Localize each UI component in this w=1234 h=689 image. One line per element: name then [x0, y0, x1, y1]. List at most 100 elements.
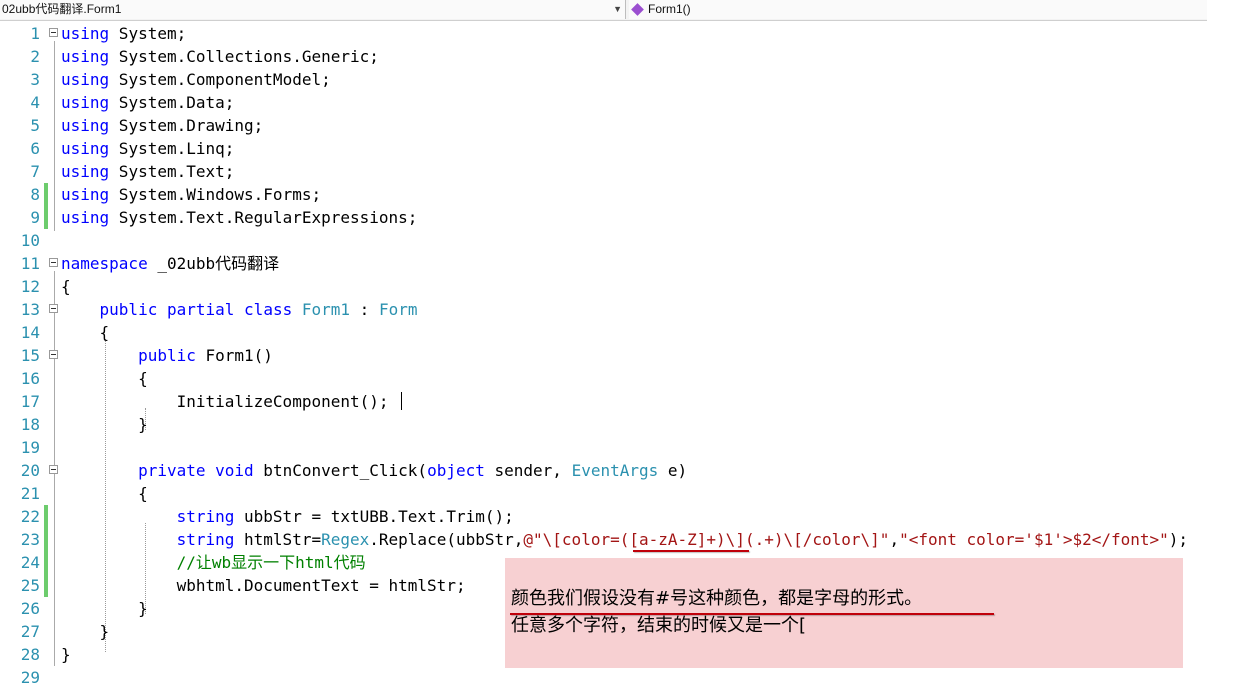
code-line[interactable]: 16 { [0, 367, 1234, 390]
code-token: System.Data; [109, 93, 235, 112]
code-line[interactable]: 20 private void btnConvert_Click(object … [0, 459, 1234, 482]
code-token: using [61, 47, 110, 66]
line-number: 12 [20, 277, 40, 296]
code-token: using [61, 24, 110, 43]
class-selector-dropdown[interactable]: 02ubb代码翻译.Form1 ▼ [0, 0, 626, 19]
change-marker [44, 528, 48, 551]
navigation-bar: 02ubb代码翻译.Form1 ▼ Form1() [0, 0, 1207, 21]
code-token: { [61, 369, 148, 388]
code-text: } [61, 643, 71, 666]
line-number: 23 [20, 530, 40, 549]
change-marker [44, 574, 48, 597]
line-number: 10 [20, 231, 40, 250]
code-token: Form1() [195, 346, 273, 365]
code-line[interactable]: 17 InitializeComponent(); [0, 390, 1234, 413]
code-token: } [61, 415, 148, 434]
code-line[interactable]: 5 using System.Drawing; [0, 114, 1234, 137]
code-token: wbhtml.DocumentText = htmlStr; [61, 576, 466, 595]
code-token: Regex [321, 530, 370, 549]
line-number: 19 [20, 438, 40, 457]
code-text: private void btnConvert_Click(object sen… [61, 459, 687, 482]
line-number: 29 [20, 668, 40, 687]
code-line[interactable]: 15 public Form1() [0, 344, 1234, 367]
code-token: "<font color='$1'>$2</font>" [899, 530, 1169, 549]
code-token: System.Text.RegularExpressions; [109, 208, 418, 227]
code-line[interactable]: 22 string ubbStr = txtUBB.Text.Trim(); [0, 505, 1234, 528]
line-number: 15 [20, 346, 40, 365]
code-token: e) [658, 461, 688, 480]
collapse-icon[interactable] [49, 258, 58, 267]
code-line[interactable]: 7 using System.Text; [0, 160, 1234, 183]
line-number: 21 [20, 484, 40, 503]
regex-underline [633, 550, 749, 552]
code-text: using System.Text.RegularExpressions; [61, 206, 417, 229]
code-token: using [61, 70, 110, 89]
line-number: 4 [30, 93, 40, 112]
code-line[interactable]: 11 namespace _02ubb代码翻译 [0, 252, 1234, 275]
code-token: using [61, 93, 110, 112]
code-line[interactable]: 21 { [0, 482, 1234, 505]
code-line[interactable]: 10 [0, 229, 1234, 252]
line-number: 16 [20, 369, 40, 388]
code-line[interactable]: 14 { [0, 321, 1234, 344]
line-number: 8 [30, 185, 40, 204]
code-token: , [889, 530, 900, 549]
line-number: 6 [30, 139, 40, 158]
code-line[interactable]: 2 using System.Collections.Generic; [0, 45, 1234, 68]
code-token: Form [378, 300, 418, 319]
line-number: 28 [20, 645, 40, 664]
code-line[interactable]: 23 string htmlStr=Regex.Replace(ubbStr,@… [0, 528, 1234, 551]
line-number: 9 [30, 208, 40, 227]
code-token: htmlStr= [234, 530, 322, 549]
line-number: 7 [30, 162, 40, 181]
code-text: } [61, 597, 148, 620]
code-line[interactable]: 8 using System.Windows.Forms; [0, 183, 1234, 206]
line-number: 14 [20, 323, 40, 342]
code-token: System.Collections.Generic; [109, 47, 379, 66]
change-marker [44, 505, 48, 528]
annotation-line-1: 颜色我们假设没有#号这种颜色，都是字母的形式。 [511, 588, 923, 609]
code-token: public [138, 346, 196, 365]
code-token: btnConvert_Click( [253, 461, 428, 480]
member-selector-dropdown[interactable]: Form1() [629, 0, 1207, 19]
line-number: 11 [20, 254, 40, 273]
code-line[interactable]: 6 using System.Linq; [0, 137, 1234, 160]
code-line[interactable]: 13 public partial class Form1 : Form [0, 298, 1234, 321]
code-line[interactable]: 1 using System; [0, 22, 1234, 45]
code-text: { [61, 367, 148, 390]
code-text: using System; [61, 22, 186, 45]
code-line[interactable]: 4 using System.Data; [0, 91, 1234, 114]
code-line[interactable]: 19 [0, 436, 1234, 459]
collapse-icon[interactable] [49, 304, 58, 313]
code-text: wbhtml.DocumentText = htmlStr; [61, 574, 466, 597]
chevron-down-icon[interactable]: ▼ [613, 0, 622, 19]
collapse-icon[interactable] [49, 350, 58, 359]
code-token: ); [1168, 530, 1189, 549]
code-line[interactable]: 29 [0, 666, 1234, 689]
code-token: using [61, 116, 110, 135]
code-line[interactable]: 18 } [0, 413, 1234, 436]
code-token: string [176, 507, 235, 526]
code-text: } [61, 620, 110, 643]
change-marker [44, 551, 48, 574]
code-token: { [61, 277, 71, 296]
code-line[interactable]: 3 using System.ComponentModel; [0, 68, 1234, 91]
code-token: { [61, 323, 110, 342]
collapse-icon[interactable] [49, 28, 58, 37]
code-line[interactable]: 9 using System.Text.RegularExpressions; [0, 206, 1234, 229]
collapse-icon[interactable] [49, 465, 58, 474]
line-number: 17 [20, 392, 40, 411]
code-text: string ubbStr = txtUBB.Text.Trim(); [61, 505, 514, 528]
code-text: using System.Collections.Generic; [61, 45, 379, 68]
code-line[interactable]: 12 { [0, 275, 1234, 298]
line-number: 2 [30, 47, 40, 66]
line-number: 1 [30, 24, 40, 43]
